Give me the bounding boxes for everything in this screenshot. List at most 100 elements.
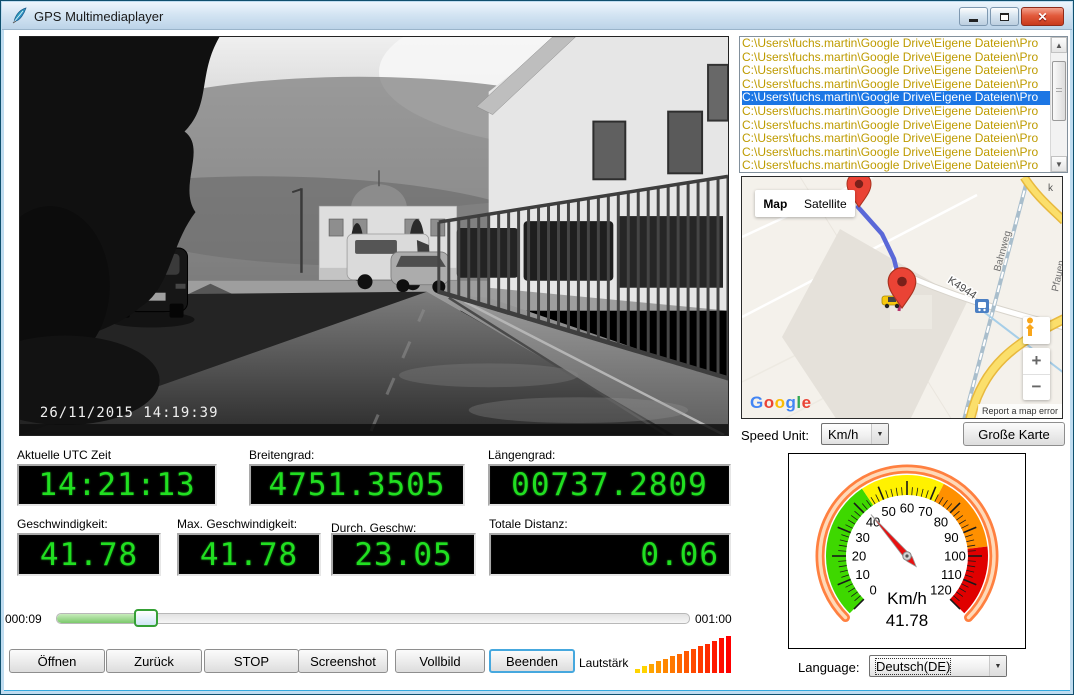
- file-list-item[interactable]: C:\Users\fuchs.martin\Google Drive\Eigen…: [742, 64, 1050, 78]
- zoom-out-button[interactable]: −: [1023, 375, 1050, 401]
- avg-speed-display: 23.05: [331, 533, 476, 576]
- map-type-satellite[interactable]: Satellite: [804, 197, 847, 211]
- svg-text:50: 50: [881, 504, 895, 519]
- google-logo-letter: o: [775, 393, 786, 412]
- stop-button[interactable]: STOP: [204, 649, 299, 673]
- file-list-item[interactable]: C:\Users\fuchs.martin\Google Drive\Eigen…: [742, 91, 1050, 105]
- pegman-icon: [1023, 317, 1037, 337]
- window-title: GPS Multimediaplayer: [34, 9, 163, 24]
- volume-bar: [684, 651, 689, 673]
- gauge-unit: Km/h: [887, 589, 927, 608]
- utc-display: 14:21:13: [17, 464, 217, 506]
- svg-text:0: 0: [869, 582, 876, 597]
- dashcam-video: 26/11/2015 14:19:39: [19, 36, 729, 436]
- latitude-display: 4751.3505: [249, 464, 465, 506]
- gauge-canvas: 0102030405060708090100110120Km/h41.78: [789, 454, 1025, 648]
- video-timestamp: 26/11/2015 14:19:39: [40, 405, 219, 421]
- gauge-value: 41.78: [886, 611, 929, 630]
- file-list-item[interactable]: C:\Users\fuchs.martin\Google Drive\Eigen…: [742, 132, 1050, 146]
- title-bar[interactable]: GPS Multimediaplayer ✕: [2, 2, 1072, 30]
- back-button[interactable]: Zurück: [106, 649, 202, 673]
- file-list-rows: C:\Users\fuchs.martin\Google Drive\Eigen…: [740, 37, 1050, 172]
- file-list-item[interactable]: C:\Users\fuchs.martin\Google Drive\Eigen…: [742, 146, 1050, 160]
- map-zoom-control: + −: [1023, 348, 1050, 400]
- map-type-control: Map Satellite: [755, 190, 855, 217]
- close-icon: ✕: [1037, 10, 1047, 24]
- svg-text:100: 100: [944, 549, 966, 564]
- report-map-error-link[interactable]: Report a map error: [978, 404, 1062, 418]
- map-type-map[interactable]: Map: [763, 197, 787, 211]
- max-speed-display: 41.78: [177, 533, 321, 576]
- google-logo: Google: [750, 393, 812, 413]
- language-label: Language:: [798, 660, 859, 675]
- speed-unit-label: Speed Unit:: [741, 428, 809, 443]
- volume-bar: [677, 654, 682, 673]
- max-speed-label: Max. Geschwindigkeit:: [177, 517, 297, 531]
- file-list-item[interactable]: C:\Users\fuchs.martin\Google Drive\Eigen…: [742, 159, 1050, 172]
- volume-bar: [705, 644, 710, 674]
- chevron-down-icon: ▼: [989, 656, 1006, 676]
- speedometer-gauge: 0102030405060708090100110120Km/h41.78: [788, 453, 1026, 649]
- minimize-button[interactable]: [959, 7, 988, 26]
- svg-text:120: 120: [930, 582, 952, 597]
- close-button[interactable]: ✕: [1021, 7, 1064, 26]
- file-list[interactable]: C:\Users\fuchs.martin\Google Drive\Eigen…: [739, 36, 1068, 173]
- svg-text:80: 80: [934, 515, 948, 530]
- minimize-icon: [969, 19, 978, 22]
- volume-bar: [712, 641, 717, 673]
- volume-bar: [698, 646, 703, 673]
- volume-bar: [691, 649, 696, 673]
- scroll-up-icon[interactable]: ▲: [1051, 37, 1067, 53]
- zoom-in-button[interactable]: +: [1023, 348, 1050, 375]
- maximize-button[interactable]: [990, 7, 1019, 26]
- scrollbar-thumb[interactable]: [1052, 61, 1066, 121]
- maximize-icon: [1000, 13, 1009, 21]
- volume-bar: [726, 636, 731, 673]
- dashcam-frame: 26/11/2015 14:19:39: [20, 37, 728, 435]
- longitude-display: 00737.2809: [488, 464, 731, 506]
- scroll-down-icon[interactable]: ▼: [1051, 156, 1067, 172]
- google-logo-letter: o: [764, 393, 775, 412]
- volume-bar: [663, 659, 668, 673]
- volume-bar: [642, 666, 647, 673]
- file-list-item[interactable]: C:\Users\fuchs.martin\Google Drive\Eigen…: [742, 51, 1050, 65]
- volume-label: Lautstärk: [579, 656, 628, 670]
- google-logo-letter: G: [750, 393, 764, 412]
- speed-unit-select[interactable]: Km/h ▼: [821, 423, 889, 445]
- pegman-control[interactable]: [1023, 317, 1050, 344]
- volume-bar: [656, 661, 661, 673]
- file-list-item[interactable]: C:\Users\fuchs.martin\Google Drive\Eigen…: [742, 105, 1050, 119]
- file-list-scrollbar[interactable]: ▲ ▼: [1050, 37, 1067, 172]
- svg-text:10: 10: [855, 567, 869, 582]
- seek-slider-thumb[interactable]: [134, 609, 158, 627]
- volume-bar: [635, 669, 640, 673]
- google-logo-letter: g: [786, 393, 797, 412]
- speed-unit-value: Km/h: [828, 427, 858, 442]
- svg-text:110: 110: [941, 567, 962, 582]
- svg-text:60: 60: [900, 501, 914, 516]
- volume-indicator: [635, 635, 735, 673]
- volume-bar: [719, 638, 724, 673]
- app-window: GPS Multimediaplayer ✕: [0, 0, 1074, 695]
- svg-text:70: 70: [918, 504, 932, 519]
- svg-text:30: 30: [855, 530, 869, 545]
- svg-text:20: 20: [852, 549, 866, 564]
- speed-display: 41.78: [17, 533, 161, 576]
- google-logo-letter: e: [802, 393, 812, 412]
- google-map[interactable]: K4944 Bahnweg Pfauen k Map Satellite: [741, 176, 1063, 419]
- svg-text:90: 90: [944, 530, 958, 545]
- distance-label: Totale Distanz:: [489, 517, 568, 531]
- open-button[interactable]: Öffnen: [9, 649, 105, 673]
- language-select[interactable]: Deutsch(DE) ▼: [869, 655, 1007, 677]
- latitude-label: Breitengrad:: [249, 448, 314, 462]
- big-map-button[interactable]: Große Karte: [963, 422, 1065, 446]
- fullscreen-button[interactable]: Vollbild: [395, 649, 485, 673]
- longitude-label: Längengrad:: [488, 448, 555, 462]
- volume-bar: [670, 656, 675, 673]
- screenshot-button[interactable]: Screenshot: [298, 649, 388, 673]
- file-list-item[interactable]: C:\Users\fuchs.martin\Google Drive\Eigen…: [742, 119, 1050, 133]
- file-list-item[interactable]: C:\Users\fuchs.martin\Google Drive\Eigen…: [742, 37, 1050, 51]
- app-feather-icon: [11, 7, 29, 25]
- file-list-item[interactable]: C:\Users\fuchs.martin\Google Drive\Eigen…: [742, 78, 1050, 92]
- quit-button[interactable]: Beenden: [489, 649, 575, 673]
